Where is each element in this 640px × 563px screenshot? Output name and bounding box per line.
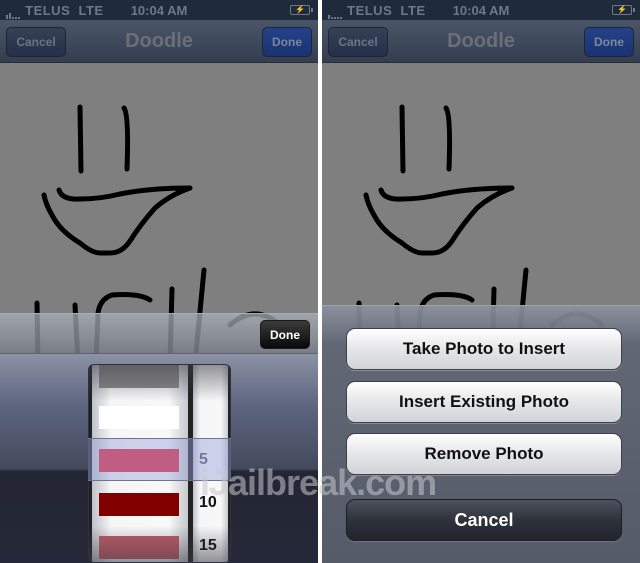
doodle-stroke-mouth-top <box>363 185 515 256</box>
color-swatch[interactable] <box>99 406 179 429</box>
doodle-stroke-mouth-top <box>41 185 193 256</box>
status-time: 10:04 AM <box>130 3 188 18</box>
size-option[interactable]: 15 <box>193 537 228 555</box>
navigation-bar: Cancel Doodle Done <box>0 20 318 63</box>
doodle-stroke-left-eye <box>399 104 406 174</box>
picker-toolbar: Done <box>0 313 318 354</box>
status-time: 10:04 AM <box>452 3 510 18</box>
take-photo-button[interactable]: Take Photo to Insert <box>346 328 622 370</box>
color-swatch[interactable] <box>99 365 179 388</box>
doodle-stroke-left-eye <box>77 104 84 174</box>
picker-selection-indicator <box>88 438 231 481</box>
navigation-bar: Cancel Doodle Done <box>322 20 640 63</box>
doodle-stroke-right-eye <box>121 105 131 172</box>
status-bar: TELUS LTE 10:04 AM ⚡ <box>322 0 640 20</box>
charging-battery-icon: ⚡ <box>612 5 635 15</box>
insert-existing-photo-button[interactable]: Insert Existing Photo <box>346 381 622 423</box>
done-button[interactable]: Done <box>584 27 634 57</box>
status-bar: TELUS LTE 10:04 AM ⚡ <box>0 0 318 20</box>
color-swatch[interactable] <box>99 493 179 516</box>
doodle-screen-color-picker: TELUS LTE 10:04 AM ⚡ Cancel Doodle Done … <box>0 0 318 563</box>
done-button[interactable]: Done <box>262 27 312 57</box>
action-sheet: Take Photo to Insert Insert Existing Pho… <box>322 305 640 563</box>
doodle-screen-photo-action-sheet: TELUS LTE 10:04 AM ⚡ Cancel Doodle Done … <box>322 0 640 563</box>
size-option[interactable]: 10 <box>193 494 228 512</box>
picker-done-button[interactable]: Done <box>260 320 310 349</box>
charging-battery-icon: ⚡ <box>290 5 313 15</box>
color-swatch[interactable] <box>99 536 179 559</box>
doodle-stroke-right-eye <box>443 105 453 172</box>
action-sheet-cancel-button[interactable]: Cancel <box>346 499 622 541</box>
remove-photo-button[interactable]: Remove Photo <box>346 433 622 475</box>
